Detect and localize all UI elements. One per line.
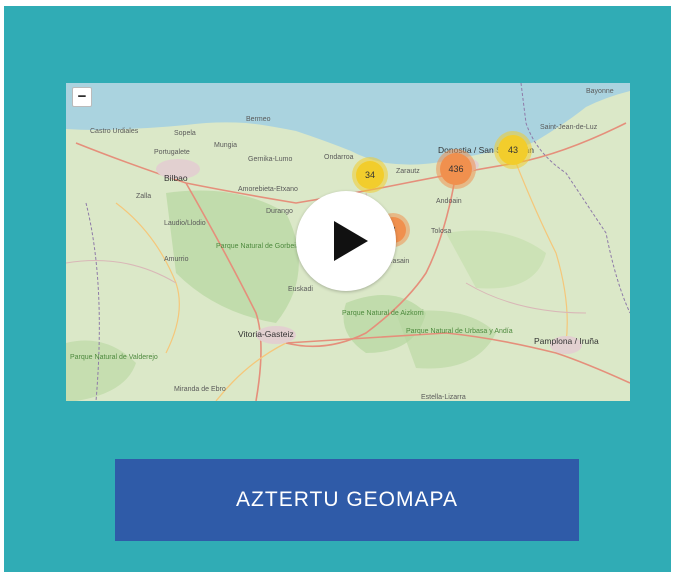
label-amurrio: Amurrio	[164, 256, 189, 263]
cluster-marker[interactable]: 43	[498, 135, 528, 165]
label-gernika: Gernika-Lumo	[248, 156, 292, 163]
map-view[interactable]: Castro Urdiales Sopela Portugalete Mungi…	[66, 83, 630, 401]
label-laudio: Laudio/Llodio	[164, 220, 206, 227]
label-zalla: Zalla	[136, 193, 151, 200]
label-bayonne: Bayonne	[586, 88, 614, 95]
content-panel: Castro Urdiales Sopela Portugalete Mungi…	[4, 6, 671, 572]
label-parque-aizkorri: Parque Natural de Aizkorri	[342, 310, 424, 317]
label-portugalete: Portugalete	[154, 149, 190, 156]
label-saint-jean: Saint-Jean-de-Luz	[540, 124, 598, 131]
cluster-count: 34	[364, 170, 375, 180]
label-castro: Castro Urdiales	[90, 128, 139, 135]
label-bermeo: Bermeo	[246, 116, 271, 123]
aztertu-geomapa-button[interactable]: AZTERTU GEOMAPA	[115, 459, 579, 541]
cluster-count: 436	[448, 164, 464, 174]
play-icon	[334, 221, 368, 261]
label-andoain: Andoain	[436, 198, 462, 205]
label-mungia: Mungia	[214, 142, 237, 149]
cluster-marker[interactable]: 436	[440, 153, 472, 185]
label-durango: Durango	[266, 208, 293, 215]
label-pamplona: Pamplona / Iruña	[534, 336, 599, 346]
play-button[interactable]	[296, 191, 396, 291]
cluster-marker[interactable]: 34	[356, 161, 384, 189]
label-parque-valderejo: Parque Natural de Valderejo	[70, 354, 158, 361]
label-amorebieta: Amorebieta-Etxano	[238, 186, 298, 193]
label-parque-gorbeia: Parque Natural de Gorbeia	[216, 243, 300, 250]
label-ondarroa: Ondarroa	[324, 154, 354, 161]
label-tolosa: Tolosa	[431, 228, 451, 235]
zoom-out-button[interactable]: −	[72, 87, 92, 107]
label-miranda: Miranda de Ebro	[174, 386, 226, 393]
cluster-count: 43	[507, 145, 518, 155]
label-bilbao: Bilbao	[164, 173, 188, 183]
label-vitoria: Vitoria-Gasteiz	[238, 329, 294, 339]
label-parque-urbasa: Parque Natural de Urbasa y Andía	[406, 328, 513, 335]
label-sopela: Sopela	[174, 130, 196, 137]
label-estella: Estella-Lizarra	[421, 394, 466, 401]
label-zarautz: Zarautz	[396, 168, 420, 175]
